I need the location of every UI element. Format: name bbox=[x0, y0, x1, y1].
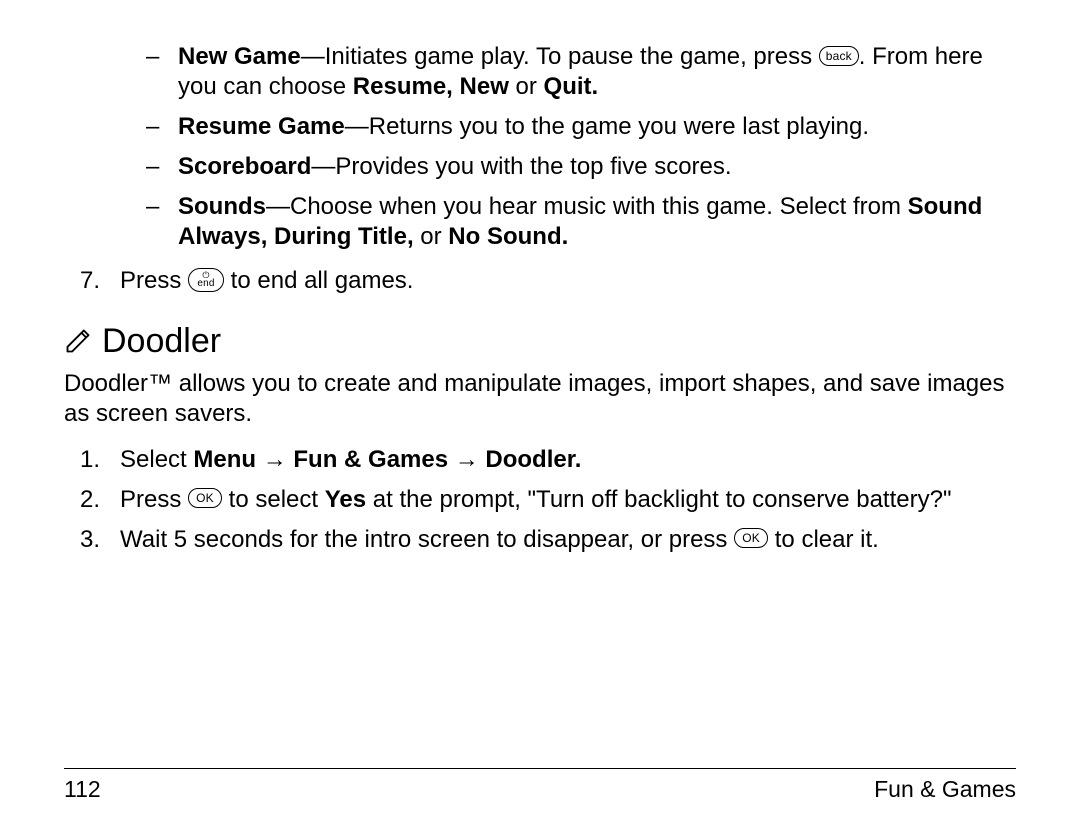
section-heading: Doodler bbox=[64, 320, 1016, 363]
page-number: 112 bbox=[64, 775, 101, 804]
option-sounds: – Sounds—Choose when you hear music with… bbox=[146, 192, 1016, 252]
section-intro: Doodler™ allows you to create and manipu… bbox=[64, 369, 1016, 429]
footer-row: 112 Fun & Games bbox=[64, 775, 1016, 804]
step-text-2: to clear it. bbox=[768, 526, 879, 553]
option-resume-game: – Resume Game—Returns you to the game yo… bbox=[146, 112, 1016, 142]
step-number: 7. bbox=[80, 266, 120, 296]
ok-key-icon: OK bbox=[188, 488, 222, 508]
step-text-post: to end all games. bbox=[224, 267, 413, 294]
step-number: 1. bbox=[80, 445, 120, 475]
option-bold-trail2: Quit. bbox=[544, 73, 599, 100]
option-text: —Returns you to the game you were last p… bbox=[345, 113, 869, 140]
step-text: Select bbox=[120, 446, 193, 473]
step-text-pre: Press bbox=[120, 267, 188, 294]
option-text-3: or bbox=[420, 223, 448, 250]
dash-bullet: – bbox=[146, 192, 178, 252]
dash-bullet: – bbox=[146, 152, 178, 182]
option-text: —Provides you with the top five scores. bbox=[311, 153, 731, 180]
footer-section: Fun & Games bbox=[874, 775, 1016, 804]
manual-page: – New Game—Initiates game play. To pause… bbox=[0, 0, 1080, 834]
step-body: Wait 5 seconds for the intro screen to d… bbox=[120, 525, 1016, 555]
option-body: Sounds—Choose when you hear music with t… bbox=[178, 192, 1016, 252]
option-text: —Initiates game play. To pause the game,… bbox=[301, 43, 819, 70]
doodler-step-2: 2. Press OK to select Yes at the prompt,… bbox=[64, 485, 1016, 515]
ok-key-icon: OK bbox=[734, 528, 768, 548]
options-dash-list: – New Game—Initiates game play. To pause… bbox=[64, 42, 1016, 252]
option-body: Scoreboard—Provides you with the top fiv… bbox=[178, 152, 1016, 182]
dash-bullet: – bbox=[146, 112, 178, 142]
option-title: Scoreboard bbox=[178, 153, 311, 180]
option-title: New Game bbox=[178, 43, 301, 70]
doodler-step-1: 1. Select Menu → Fun & Games → Doodler. bbox=[64, 445, 1016, 475]
back-key-icon: back bbox=[819, 46, 859, 66]
end-key-icon: ⏻end bbox=[188, 268, 224, 292]
doodler-step-3: 3. Wait 5 seconds for the intro screen t… bbox=[64, 525, 1016, 555]
step-text-3: at the prompt, "Turn off backlight to co… bbox=[366, 486, 951, 513]
option-new-game: – New Game—Initiates game play. To pause… bbox=[146, 42, 1016, 102]
prompt-yes: Yes bbox=[325, 486, 366, 513]
step-text: Wait 5 seconds for the intro screen to d… bbox=[120, 526, 734, 553]
end-key-label: end bbox=[197, 279, 214, 289]
dash-bullet: – bbox=[146, 42, 178, 102]
menu-path: Menu → Fun & Games → Doodler. bbox=[193, 446, 581, 473]
option-text-3: or bbox=[516, 73, 544, 100]
section-title: Doodler bbox=[102, 320, 221, 363]
step-number: 2. bbox=[80, 485, 120, 515]
step-body: Press ⏻end to end all games. bbox=[120, 266, 1016, 296]
pencil-icon bbox=[64, 327, 92, 355]
option-bold-trail: Resume, New bbox=[353, 73, 516, 100]
step-text-2: to select bbox=[222, 486, 325, 513]
step-text: Press bbox=[120, 486, 188, 513]
option-body: Resume Game—Returns you to the game you … bbox=[178, 112, 1016, 142]
step-end-games: 7. Press ⏻end to end all games. bbox=[64, 266, 1016, 296]
step-body: Select Menu → Fun & Games → Doodler. bbox=[120, 445, 1016, 475]
option-scoreboard: – Scoreboard—Provides you with the top f… bbox=[146, 152, 1016, 182]
page-footer: 112 Fun & Games bbox=[64, 768, 1016, 804]
option-body: New Game—Initiates game play. To pause t… bbox=[178, 42, 1016, 102]
option-title: Sounds bbox=[178, 193, 266, 220]
option-title: Resume Game bbox=[178, 113, 345, 140]
option-text: —Choose when you hear music with this ga… bbox=[266, 193, 908, 220]
step-number: 3. bbox=[80, 525, 120, 555]
option-bold-trail2: No Sound. bbox=[448, 223, 568, 250]
footer-divider bbox=[64, 768, 1016, 769]
step-body: Press OK to select Yes at the prompt, "T… bbox=[120, 485, 1016, 515]
